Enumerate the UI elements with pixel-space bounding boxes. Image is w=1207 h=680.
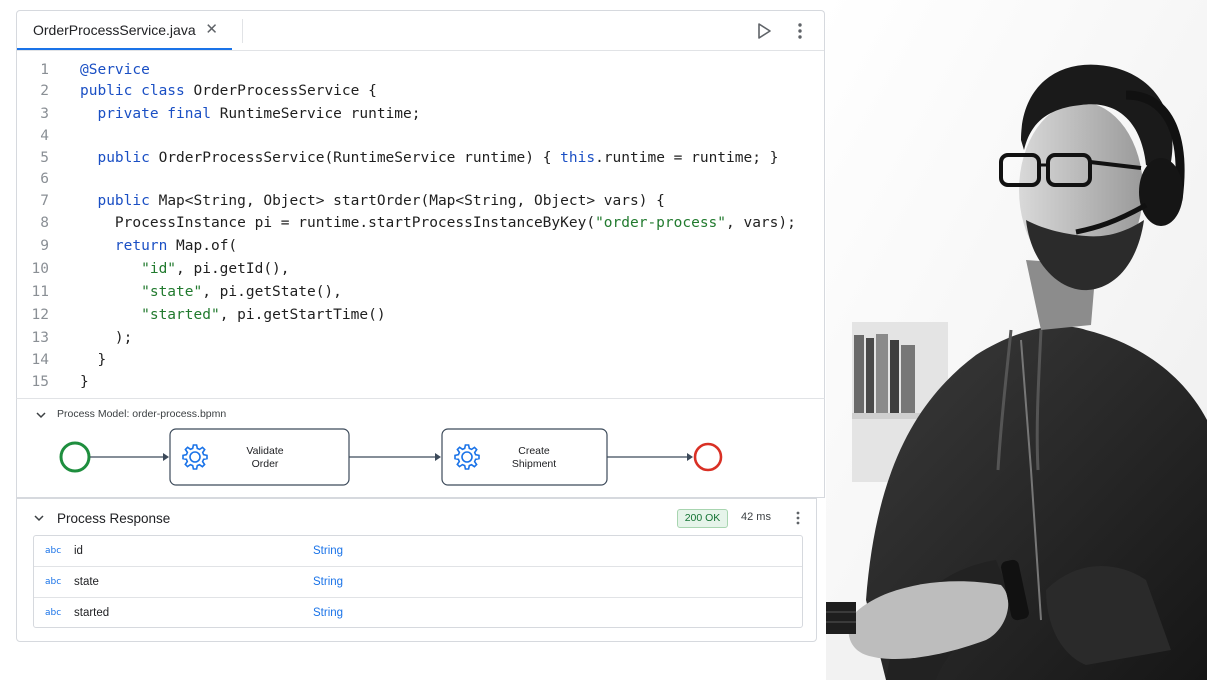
code-text[interactable]: public class OrderProcessService { (80, 80, 377, 102)
line-number: 6 (40, 171, 49, 187)
code-line[interactable]: 2 public class OrderProcessService { (17, 80, 824, 102)
line-number: 8 (40, 215, 49, 231)
task-label: Validate Order (225, 445, 305, 471)
task-label-line: Validate (246, 445, 284, 457)
code-text[interactable]: "state", pi.getState(), (80, 281, 342, 303)
task-label-line: Shipment (511, 458, 557, 470)
string-type-icon: abc (45, 546, 62, 556)
code-text[interactable]: } (80, 349, 106, 371)
play-icon[interactable] (754, 21, 774, 41)
code-editor: OrderProcessService.java ✕ 1 @Service 2 pub… (16, 10, 825, 398)
code-line[interactable]: 1 @Service (17, 59, 824, 81)
field-name: started (74, 607, 110, 619)
process-response-panel: Process Response 200 OK 42 ms abc id Str… (16, 498, 817, 642)
line-number: 7 (40, 193, 49, 209)
line-number: 1 (40, 62, 49, 78)
bpmn-diagram (59, 428, 723, 486)
code-text[interactable]: "id", pi.getId(), (80, 258, 289, 280)
code-line[interactable]: 12 "started", pi.getStartTime() (17, 304, 824, 326)
string-type-icon: abc (45, 608, 62, 618)
developer-photo (826, 0, 1207, 680)
field-name: id (74, 545, 83, 557)
code-line[interactable]: 9 return Map.of( (17, 235, 824, 257)
code-line[interactable]: 3 private final RuntimeService runtime; (17, 103, 824, 125)
tab-title: OrderProcessService.java (33, 21, 196, 38)
line-number: 4 (40, 128, 49, 144)
code-line[interactable]: 15} (17, 371, 824, 393)
task-label: Create Shipment (494, 445, 574, 471)
field-type: String (313, 607, 344, 619)
task-label-line: Order (251, 458, 279, 470)
start-event (59, 441, 91, 473)
field-type: String (313, 545, 344, 557)
response-title: Process Response (57, 511, 171, 526)
more-vertical-icon[interactable] (792, 510, 804, 526)
code-text[interactable]: return Map.of( (80, 235, 237, 257)
close-icon[interactable]: ✕ (205, 22, 218, 38)
code-line[interactable]: 7 public Map<String, Object> startOrder(… (17, 190, 824, 212)
line-number: 5 (40, 150, 49, 166)
table-row[interactable]: abc id String (34, 536, 802, 567)
string-type-icon: abc (45, 577, 62, 587)
line-number: 13 (31, 330, 49, 346)
tab-divider (242, 19, 243, 43)
editor-tab[interactable]: OrderProcessService.java ✕ (17, 11, 232, 50)
code-text[interactable]: } (80, 371, 89, 393)
code-line[interactable]: 10 "id", pi.getId(), (17, 258, 824, 280)
field-name: state (74, 576, 99, 588)
code-text[interactable]: public Map<String, Object> startOrder(Ma… (80, 190, 664, 212)
task-label-line: Create (518, 445, 550, 457)
code-line[interactable]: 8 ProcessInstance pi = runtime.startProc… (17, 212, 824, 234)
line-number: 15 (31, 374, 49, 390)
code-line[interactable]: 6 (17, 168, 824, 190)
code-text[interactable]: @Service (80, 59, 150, 81)
more-vertical-icon[interactable] (792, 21, 808, 41)
field-type: String (313, 576, 344, 588)
response-table: abc id String abc state String abc start… (33, 535, 803, 628)
line-number: 10 (31, 261, 49, 277)
code-line[interactable]: 13 ); (17, 327, 824, 349)
code-text[interactable]: "started", pi.getStartTime() (80, 304, 385, 326)
editor-tab-bar: OrderProcessService.java ✕ (17, 11, 824, 51)
code-line[interactable]: 11 "state", pi.getState(), (17, 281, 824, 303)
process-model-panel: Process Model: order-process.bpmn Valida… (16, 398, 825, 498)
line-number: 9 (40, 238, 49, 254)
line-number: 12 (31, 307, 49, 323)
code-line[interactable]: 4 (17, 125, 824, 147)
line-number: 14 (31, 352, 49, 368)
code-text[interactable]: private final RuntimeService runtime; (80, 103, 420, 125)
table-row[interactable]: abc started String (34, 598, 802, 629)
status-badge: 200 OK (677, 509, 728, 528)
line-number: 2 (40, 83, 49, 99)
code-line[interactable]: 14 } (17, 349, 824, 371)
table-row[interactable]: abc state String (34, 567, 802, 598)
code-text[interactable]: ProcessInstance pi = runtime.startProces… (80, 212, 796, 234)
end-event (693, 442, 723, 472)
code-text[interactable]: ); (80, 327, 132, 349)
code-line[interactable]: 5 public OrderProcessService(RuntimeServ… (17, 147, 824, 169)
line-number: 3 (40, 106, 49, 122)
chevron-down-icon[interactable] (33, 512, 45, 524)
line-number: 11 (31, 284, 49, 300)
latency-label: 42 ms (741, 511, 771, 523)
code-text[interactable]: public OrderProcessService(RuntimeServic… (80, 147, 778, 169)
